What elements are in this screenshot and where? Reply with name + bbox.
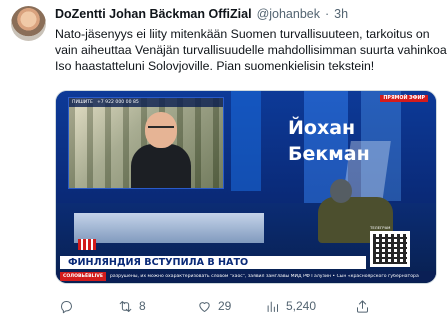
- tweet-media-image[interactable]: ПИШИТЕ +7 922 000 00 85 ПРЯМОЙ ЭФИР Йоха…: [55, 90, 437, 284]
- tweet[interactable]: DoZentti Johan Bäckman OffiZial @johanbe…: [0, 0, 447, 327]
- host-head: [330, 179, 352, 203]
- feed-info-bar: ПИШИТЕ +7 922 000 00 85: [69, 98, 223, 107]
- timestamp[interactable]: 3h: [334, 7, 348, 21]
- reply-button[interactable]: [59, 299, 80, 314]
- caption-line: Йохан: [288, 117, 356, 139]
- retweet-button[interactable]: 8: [118, 299, 146, 314]
- qr-code: [370, 231, 410, 267]
- channel-logo: СОЛОВЬЁВLIVE: [60, 272, 106, 281]
- studio-table: [74, 213, 264, 243]
- studio-panel: [231, 91, 261, 191]
- qr-label: ТЕЛЕГРАМ: [370, 225, 391, 230]
- separator-dot: ·: [325, 7, 330, 21]
- views-count: 5,240: [286, 299, 317, 313]
- share-button[interactable]: [355, 299, 376, 314]
- tweet-text-line: Iso haastatteluni Solovjoville. Pian suo…: [55, 59, 375, 73]
- views-button[interactable]: 5,240: [265, 299, 316, 314]
- feed-bar-phone: +7 922 000 00 85: [96, 100, 139, 105]
- tweet-text-line: Nato-jäsenyys ei liity mitenkään Suomen …: [55, 27, 430, 41]
- avatar[interactable]: [11, 6, 46, 41]
- retweet-icon: [119, 300, 132, 312]
- headline-banner: ФИНЛЯНДИЯ ВСТУПИЛА В НАТО: [60, 256, 366, 269]
- live-badge: ПРЯМОЙ ЭФИР: [380, 95, 428, 102]
- tweet-actions: 8 29 5,240: [55, 296, 439, 316]
- tweet-text: Nato-jäsenyys ei liity mitenkään Suomen …: [55, 26, 447, 74]
- caption-line: Бекман: [288, 143, 370, 165]
- views-chart-icon: [267, 301, 278, 312]
- interviewee: [131, 112, 191, 188]
- qr-pattern: [373, 234, 407, 264]
- tweet-header: DoZentti Johan Bäckman OffiZial @johanbe…: [55, 6, 348, 22]
- news-ticker: СОЛОВЬЁВLIVE разрушены, их можно охаракт…: [56, 271, 436, 282]
- feed-bar-label: ПИШИТЕ: [72, 100, 93, 105]
- interviewee-body: [131, 144, 191, 188]
- ticker-text: разрушены, их можно охарактеризовать сло…: [109, 274, 419, 279]
- display-name[interactable]: DoZentti Johan Bäckman OffiZial: [55, 7, 252, 21]
- share-icon: [357, 299, 368, 313]
- headline-text: ФИНЛЯНДИЯ ВСТУПИЛА В НАТО: [68, 257, 249, 268]
- like-count: 29: [218, 299, 232, 313]
- heart-icon: [199, 301, 210, 312]
- video-feed: ПИШИТЕ +7 922 000 00 85: [68, 97, 224, 189]
- retweet-count: 8: [139, 299, 146, 313]
- user-handle[interactable]: @johanbek: [257, 7, 320, 21]
- like-button[interactable]: 29: [197, 299, 231, 314]
- guest-name-caption: Йохан Бекман: [288, 115, 398, 167]
- flag-icon: [78, 239, 96, 250]
- glasses: [148, 126, 174, 132]
- tweet-text-line: vain aiheuttaa Venäjän turvallisuudelle …: [55, 43, 447, 57]
- reply-icon: [61, 300, 72, 313]
